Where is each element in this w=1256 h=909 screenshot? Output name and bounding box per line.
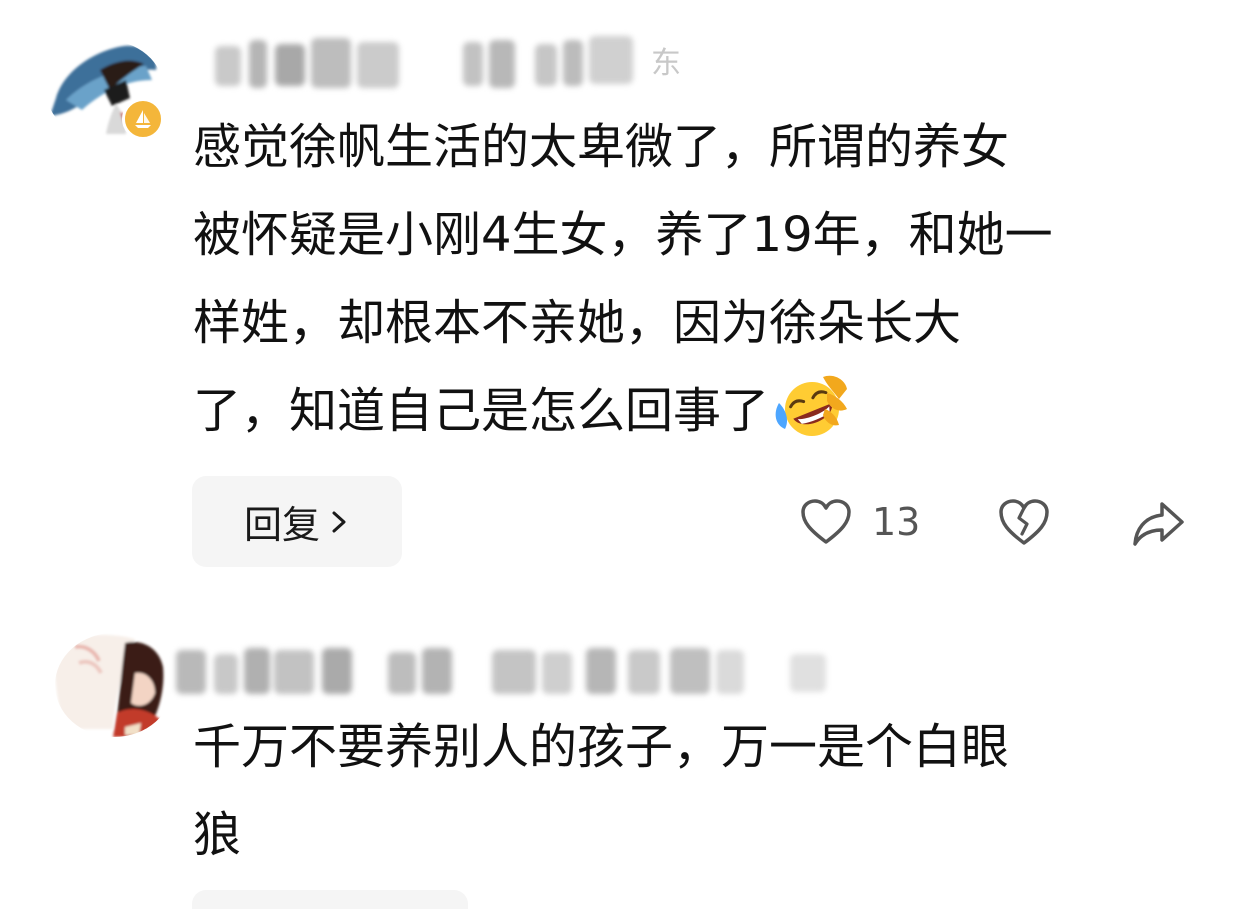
comment-line: 千万不要养别人的孩子，万一是个白眼 <box>193 719 1010 775</box>
rolling-laughing-emoji <box>775 375 848 436</box>
comment-line: 狼 <box>193 807 242 863</box>
share-button[interactable] <box>1130 494 1188 550</box>
like-count: 13 <box>872 500 921 544</box>
avatar-image <box>55 633 173 737</box>
username-blurred[interactable] <box>170 638 860 702</box>
comment-line: 样姓，却根本不亲她，因为徐朵长大 <box>193 295 962 351</box>
username-text: 东 <box>651 46 681 81</box>
comment-body: 千万不要养别人的孩子，万一是个白眼 狼 <box>193 703 1193 879</box>
sailboat-badge-icon <box>122 98 164 140</box>
comment-line: 被怀疑是小刚4生女，养了19年，和她一 <box>193 207 1053 263</box>
comment-line: 感觉徐帆生活的太卑微了，所谓的养女 <box>193 119 1010 175</box>
comment-item: 东 感觉徐帆生活的太卑微了，所谓的养女 被怀疑是小刚4生女，养了19年，和她一 … <box>0 0 1256 600</box>
reply-button[interactable]: 回复 <box>192 476 402 567</box>
dislike-button[interactable] <box>996 494 1052 550</box>
comment-line-with-emoji: 了，知道自己是怎么回事了 <box>193 367 1193 455</box>
redaction-blur <box>170 638 860 702</box>
reply-button[interactable] <box>192 890 468 909</box>
share-arrow-icon <box>1133 502 1184 546</box>
avatar[interactable] <box>55 633 173 737</box>
heart-icon <box>801 499 851 544</box>
comment-body: 感觉徐帆生活的太卑微了，所谓的养女 被怀疑是小刚4生女，养了19年，和她一 样姓… <box>193 103 1193 455</box>
redaction-blur <box>205 32 705 96</box>
chevron-right-icon <box>332 511 346 532</box>
reply-button-label: 回复 <box>243 503 320 547</box>
comment-line: 了，知道自己是怎么回事了 <box>193 383 770 439</box>
username-blurred[interactable]: 东 <box>205 32 705 96</box>
comment-list: 东 感觉徐帆生活的太卑微了，所谓的养女 被怀疑是小刚4生女，养了19年，和她一 … <box>0 0 1256 909</box>
broken-heart-icon <box>999 499 1049 545</box>
like-button[interactable]: 13 <box>800 494 920 550</box>
